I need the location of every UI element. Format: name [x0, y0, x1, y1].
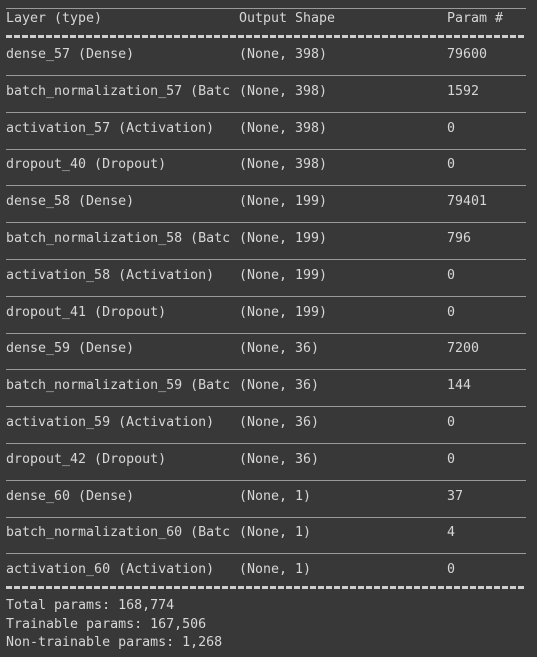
- param-count-cell: 144: [447, 378, 472, 393]
- row-separator-line: [6, 75, 526, 76]
- output-shape-cell: (None, 36): [239, 341, 320, 356]
- header-output-shape: Output Shape: [239, 11, 336, 26]
- layer-name-cell: batch_normalization_58 (Batc: [6, 231, 231, 246]
- non-trainable-params: Non-trainable params: 1,268: [6, 635, 223, 650]
- row-separator-line: [6, 259, 526, 260]
- row-separator-line: [6, 112, 526, 113]
- row-separator-line: [6, 296, 526, 297]
- layer-name-cell: dropout_41 (Dropout): [6, 305, 167, 320]
- row-separator-line: [6, 443, 526, 444]
- param-count-cell: 79600: [447, 47, 488, 62]
- trainable-params: Trainable params: 167,506: [6, 617, 207, 632]
- row-separator-line: [6, 222, 526, 223]
- layer-name-cell: dense_60 (Dense): [6, 489, 135, 504]
- row-separator-line: [6, 149, 526, 150]
- layer-name-cell: batch_normalization_59 (Batc: [6, 378, 231, 393]
- param-count-cell: 0: [447, 268, 456, 283]
- output-shape-cell: (None, 398): [239, 47, 328, 62]
- row-separator-line: [6, 480, 526, 481]
- header-param-count: Param #: [447, 11, 504, 26]
- param-count-cell: 4: [447, 525, 456, 540]
- footer-double-separator: [6, 586, 526, 589]
- param-count-cell: 0: [447, 415, 456, 430]
- total-params: Total params: 168,774: [6, 598, 175, 613]
- output-shape-cell: (None, 199): [239, 268, 328, 283]
- row-separator-line: [6, 553, 526, 554]
- param-count-cell: 0: [447, 562, 456, 577]
- param-count-cell: 796: [447, 231, 472, 246]
- layer-name-cell: activation_58 (Activation): [6, 268, 215, 283]
- row-separator-line: [6, 369, 526, 370]
- param-count-cell: 0: [447, 121, 456, 136]
- param-count-cell: 7200: [447, 341, 480, 356]
- output-shape-cell: (None, 398): [239, 121, 328, 136]
- layer-name-cell: batch_normalization_57 (Batc: [6, 84, 231, 99]
- output-shape-cell: (None, 1): [239, 525, 312, 540]
- param-count-cell: 0: [447, 157, 456, 172]
- output-shape-cell: (None, 398): [239, 157, 328, 172]
- output-shape-cell: (None, 36): [239, 415, 320, 430]
- layer-name-cell: dropout_42 (Dropout): [6, 452, 167, 467]
- row-separator-line: [6, 333, 526, 334]
- output-shape-cell: (None, 36): [239, 452, 320, 467]
- layer-name-cell: activation_57 (Activation): [6, 121, 215, 136]
- layer-name-cell: batch_normalization_60 (Batc: [6, 525, 231, 540]
- output-shape-cell: (None, 1): [239, 562, 312, 577]
- output-shape-cell: (None, 36): [239, 378, 320, 393]
- layer-name-cell: activation_59 (Activation): [6, 415, 215, 430]
- top-separator-line: [6, 8, 526, 9]
- output-shape-cell: (None, 199): [239, 194, 328, 209]
- param-count-cell: 1592: [447, 84, 480, 99]
- layer-name-cell: dense_58 (Dense): [6, 194, 135, 209]
- output-shape-cell: (None, 199): [239, 231, 328, 246]
- header-double-separator: [6, 35, 526, 38]
- layer-name-cell: dropout_40 (Dropout): [6, 157, 167, 172]
- row-separator-line: [6, 517, 526, 518]
- output-shape-cell: (None, 199): [239, 305, 328, 320]
- output-shape-cell: (None, 398): [239, 84, 328, 99]
- row-separator-line: [6, 406, 526, 407]
- param-count-cell: 37: [447, 489, 464, 504]
- row-separator-line: [6, 185, 526, 186]
- layer-name-cell: dense_57 (Dense): [6, 47, 135, 62]
- param-count-cell: 0: [447, 305, 456, 320]
- param-count-cell: 79401: [447, 194, 488, 209]
- header-layer-type: Layer (type): [6, 11, 103, 26]
- param-count-cell: 0: [447, 452, 456, 467]
- output-shape-cell: (None, 1): [239, 489, 312, 504]
- layer-name-cell: dense_59 (Dense): [6, 341, 135, 356]
- layer-name-cell: activation_60 (Activation): [6, 562, 215, 577]
- model-summary-output: Layer (type) Output Shape Param # dense_…: [0, 0, 537, 657]
